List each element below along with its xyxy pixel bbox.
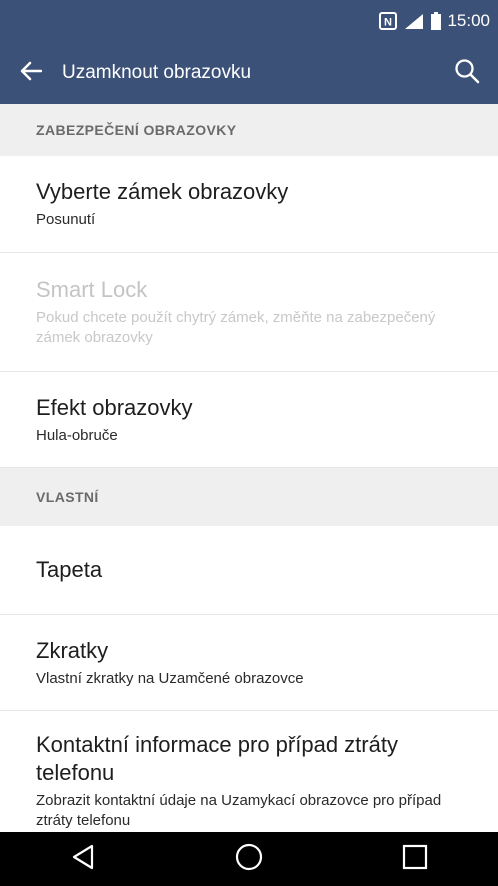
setting-title: Kontaktní informace pro případ ztráty te… [36, 732, 398, 785]
setting-item-lost-phone-contact[interactable]: Kontaktní informace pro případ ztráty te… [0, 711, 498, 832]
setting-item-wallpaper[interactable]: Tapeta [0, 526, 498, 615]
section-header-custom: VLASTNÍ [0, 468, 498, 526]
settings-list[interactable]: ZABEZPEČENÍ OBRAZOVKY Vyberte zámek obra… [0, 104, 498, 832]
setting-subtitle: Pokud chcete použít chytrý zámek, změňte… [36, 309, 436, 346]
setting-title: Efekt obrazovky [36, 394, 193, 420]
setting-title: Vyberte zámek obrazovky [36, 179, 289, 204]
back-button[interactable] [0, 42, 62, 104]
setting-subtitle: Posunutí [36, 211, 96, 228]
home-circle-icon [234, 842, 264, 877]
navigation-bar [0, 832, 498, 886]
battery-icon [431, 12, 442, 30]
nfc-icon: N [379, 12, 398, 30]
setting-title: Zkratky [36, 637, 109, 663]
back-arrow-icon [20, 61, 43, 86]
nav-home-button[interactable] [209, 832, 289, 886]
page-title: Uzamknout obrazovku [62, 62, 252, 83]
setting-item-screen-effect[interactable]: Efekt obrazovky Hula-obruče [0, 372, 498, 468]
status-time: 15:00 [447, 11, 490, 30]
search-icon [454, 58, 480, 89]
setting-item-select-screen-lock[interactable]: Vyberte zámek obrazovky Posunutí [0, 156, 498, 253]
search-button[interactable] [436, 42, 498, 104]
setting-item-shortcuts[interactable]: Zkratky Vlastní zkratky na Uzamčené obra… [0, 615, 498, 711]
recents-square-icon [401, 843, 429, 876]
nav-recents-button[interactable] [375, 832, 455, 886]
app-bar: Uzamknout obrazovku [0, 42, 498, 104]
setting-title: Smart Lock [36, 277, 148, 302]
setting-subtitle: Zobrazit kontaktní údaje na Uzamykací ob… [36, 792, 442, 829]
svg-text:N: N [384, 17, 392, 29]
signal-icon [403, 12, 425, 30]
nav-back-button[interactable] [43, 832, 123, 886]
setting-subtitle: Vlastní zkratky na Uzamčené obrazovce [36, 669, 304, 687]
status-bar: N 15:00 [0, 0, 498, 42]
section-header-screen-security: ZABEZPEČENÍ OBRAZOVKY [0, 104, 498, 156]
back-triangle-icon [70, 843, 96, 876]
setting-item-smart-lock: Smart Lock Pokud chcete použít chytrý zá… [0, 253, 498, 372]
setting-subtitle: Hula-obruče [36, 426, 118, 444]
setting-title: Tapeta [36, 557, 103, 582]
